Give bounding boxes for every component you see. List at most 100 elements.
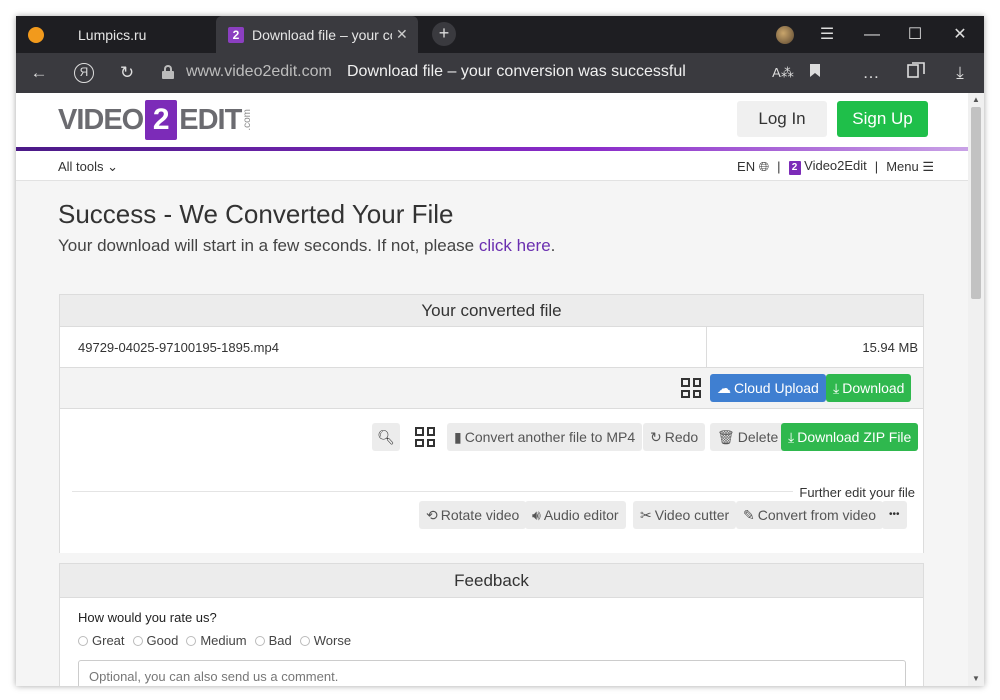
rating-label: Good [146,633,179,648]
period: . [550,236,556,255]
page-title: Success - We Converted Your File [58,199,454,229]
download-zip-button[interactable]: ⤓ Download ZIP File [781,423,919,451]
profile-avatar-icon[interactable] [776,26,794,44]
language-selector[interactable]: EN 🌐︎ [737,159,769,175]
menu-label: Menu [886,158,919,174]
further-edit-label: Further edit your file [793,485,915,500]
new-tab-button[interactable]: + [432,22,456,46]
url-host[interactable]: www.video2edit.com [186,63,332,81]
yandex-icon[interactable]: Я [74,63,94,83]
file-icon: ▮ [454,429,462,445]
downloads-icon[interactable]: ⤓ [949,62,971,84]
cloud-upload-button[interactable]: ☁ Cloud Upload [710,374,826,402]
feedback-card: Feedback How would you rate us? Great Go… [59,563,924,686]
file-row: 49729-04025-97100195-1895.mp4 15.94 MB [60,327,923,368]
tab-video2edit-active[interactable]: 2 Download file – your conversion was su… [216,16,418,53]
column-divider [706,327,707,367]
logo-video-text: VIDEO [58,103,144,136]
logo-com-text: .com [242,109,254,131]
chevron-down-icon: ⌄ [107,159,119,174]
tab-lumpics[interactable]: Lumpics.ru [16,16,216,53]
scroll-up-arrow-icon[interactable]: ▲ [971,95,981,104]
tab-label: Download file – your conversion was succ… [252,26,392,43]
translate-icon[interactable]: A⁂ [772,62,794,84]
rating-option-good[interactable]: Good [132,633,179,648]
back-arrow-icon[interactable]: ← [28,62,50,84]
qr-code-icon[interactable] [681,378,701,398]
rating-option-worse[interactable]: Worse [299,633,352,648]
radio-icon [78,636,88,646]
more-options-icon[interactable]: … [860,62,882,84]
rating-label: Worse [313,633,352,648]
maximize-icon[interactable]: ☐ [904,24,926,46]
converted-file-card: Your converted file 49729-04025-97100195… [59,294,924,553]
feedback-heading: Feedback [60,564,923,598]
collections-icon[interactable] [905,62,927,84]
lumpics-favicon-icon [28,26,44,43]
qr-code-icon[interactable] [415,427,435,447]
click-here-link[interactable]: click here [479,236,551,255]
convert-another-label: Convert another file to MP4 [464,429,636,445]
close-tab-icon[interactable]: ✕ [396,26,408,43]
subnav-right: EN 🌐︎ | 2 Video2Edit | Menu ☰ [737,158,934,175]
video2edit-logo[interactable]: VIDEO 2 EDIT .com [58,99,253,141]
redo-button[interactable]: ↻ Redo [643,423,706,451]
separator: | [874,159,879,174]
redo-label: Redo [664,429,699,445]
video2edit-badge-icon: 2 [788,161,801,175]
scrollbar-thumb[interactable] [971,107,981,299]
all-tools-dropdown[interactable]: All tools ⌄ [58,159,118,175]
search-icon[interactable]: 🔍︎ [372,423,400,451]
video-cutter-label: Video cutter [654,507,730,523]
video-cutter-button[interactable]: ✂ Video cutter [633,501,737,529]
radio-icon [254,636,265,646]
download-hint-text: Your download will start in a few second… [58,236,479,255]
download-icon: ⤓ [833,380,840,396]
radio-icon [299,636,310,646]
rating-label: Bad [268,633,292,648]
volume-icon: 🔊︎ [532,507,541,523]
signup-button[interactable]: Sign Up [837,101,928,137]
download-zip-label: Download ZIP File [797,429,912,445]
tab-label: Lumpics.ru [78,26,147,43]
rotate-video-button[interactable]: ⟲ Rotate video [419,501,527,529]
trash-icon: 🗑︎ [717,429,735,445]
scissors-icon: ✂ [640,507,652,523]
scrollbar[interactable]: ▲ ▼ [968,93,984,686]
audio-editor-button[interactable]: 🔊︎ Audio editor [525,501,626,529]
scroll-down-arrow-icon[interactable]: ▼ [971,674,981,683]
convert-another-button[interactable]: ▮ Convert another file to MP4 [447,423,643,451]
main-content: Success - We Converted Your File Your do… [16,181,968,686]
menu-button[interactable]: Menu ☰ [886,159,934,175]
video2edit-label: Video2Edit [804,158,867,173]
reload-icon[interactable]: ↻ [116,62,138,84]
browser-menu-icon[interactable]: ☰ [816,24,838,46]
cloud-upload-icon: ☁ [717,380,731,396]
tab-strip: Lumpics.ru 2 Download file – your conver… [16,16,984,53]
minimize-icon[interactable]: — [861,24,883,46]
rating-option-great[interactable]: Great [78,633,125,648]
close-window-icon[interactable]: ✕ [949,24,971,46]
lock-icon[interactable] [162,65,174,79]
rotate-icon: ⟲ [426,507,438,523]
file-actions-row: ☁ Cloud Upload ⤓ Download [60,368,923,409]
divider [72,491,914,492]
url-page-title[interactable]: Download file – your conversion was succ… [347,63,686,81]
logo-edit-text: EDIT [179,103,242,136]
delete-button[interactable]: 🗑︎ Delete [710,423,786,451]
convert-from-video-button[interactable]: ✎ Convert from video [736,501,884,529]
video2edit-link[interactable]: 2 Video2Edit [788,158,867,175]
rating-option-bad[interactable]: Bad [254,633,292,648]
download-icon: ⤓ [788,429,795,445]
rating-option-medium[interactable]: Medium [186,633,247,648]
login-button[interactable]: Log In [737,101,827,137]
comment-field[interactable]: Optional, you can also send us a comment… [78,660,906,686]
download-button[interactable]: ⤓ Download [826,374,912,402]
rating-label: Medium [200,633,247,648]
bookmark-icon[interactable] [804,62,826,84]
file-tools-area: 🔍︎ ▮ Convert another file to MP4 ↻ Redo 🗑︎… [60,409,923,553]
cloud-upload-label: Cloud Upload [734,380,819,396]
browser-window: Lumpics.ru 2 Download file – your conver… [16,16,984,686]
globe-icon: 🌐︎ [758,158,770,174]
more-tools-button[interactable]: ••• [882,501,907,529]
